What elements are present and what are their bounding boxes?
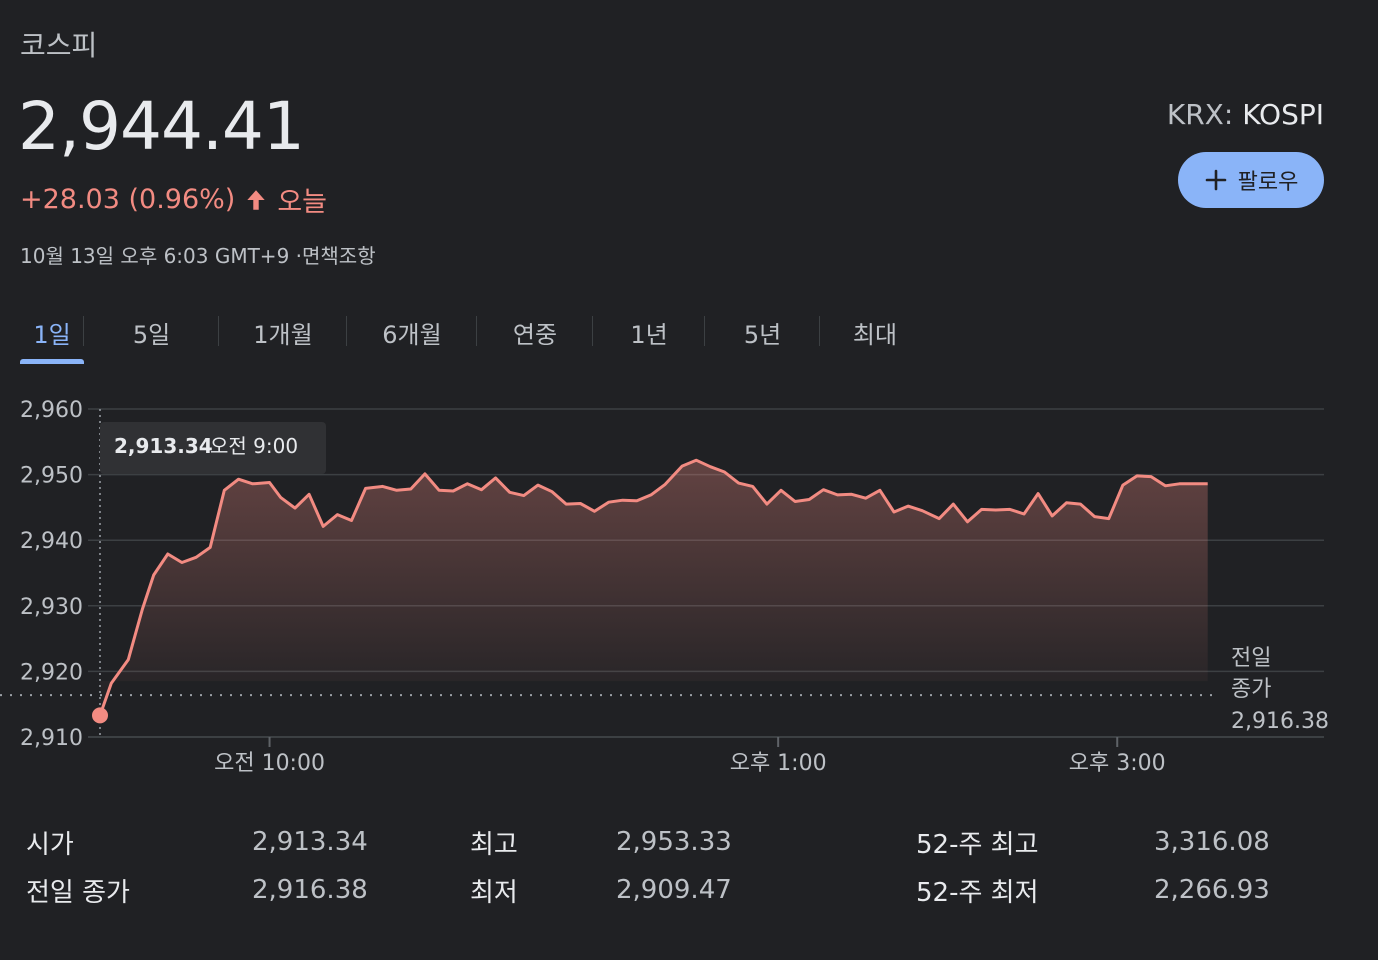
exchange-ticker: KRX: KOSPI [1167,98,1324,131]
current-price: 2,944.41 [18,88,305,165]
x-tick-label: 오후 3:00 [1069,751,1166,776]
stat-label: 52-주 최저 [916,877,1039,908]
tab-1y[interactable]: 1년 [593,300,705,364]
stat-52w-low: 52-주 최저 2,266.93 [916,866,1270,914]
stat-open: 시가 2,913.34 [26,818,368,866]
x-tick-label: 오후 1:00 [730,751,827,776]
tab-1m[interactable]: 1개월 [219,300,347,364]
tooltip-time: 오전 9:00 [210,434,298,458]
tooltip-value: 2,913.34 [114,434,213,458]
stat-value: 2,913.34 [252,827,368,857]
stats-column-2: 최고 2,953.33 최저 2,909.47 [470,818,732,914]
stat-label: 전일 종가 [26,877,130,908]
change-value: +28.03 (0.96%) [20,184,236,215]
price-chart[interactable]: 2,910 2,920 2,930 2,940 2,950 2,960 오전 10:00 오후… [0,380,1378,800]
timestamp-disclaimer[interactable]: 10월 13일 오후 6:03 GMT+9 ·면책조항 [20,240,376,269]
plus-icon [1205,169,1226,191]
stat-value: 2,909.47 [616,875,732,905]
chart-tooltip: 2,913.34 오전 9:00 [100,422,326,474]
ticker-label: KOSPI [1242,98,1324,131]
stat-label: 최저 [470,877,518,908]
stat-label: 최고 [470,829,518,860]
tab-5d[interactable]: 5일 [84,300,219,364]
stat-value: 2,953.33 [616,827,732,857]
stat-previous-close: 전일 종가 2,916.38 [26,866,368,914]
prev-close-label-line1: 전일 [1231,646,1271,671]
y-tick-label: 2,930 [20,595,83,620]
stat-low: 최저 2,909.47 [470,866,732,914]
follow-button[interactable]: 팔로우 [1178,152,1324,208]
stats-column-3: 52-주 최고 3,316.08 52-주 최저 2,266.93 [916,818,1270,914]
tab-max[interactable]: 최대 [820,300,930,364]
stat-value: 2,266.93 [1154,875,1270,905]
arrow-up-icon [247,189,266,210]
x-tick-label: 오전 10:00 [214,751,325,776]
stat-value: 2,916.38 [252,875,368,905]
tab-1d[interactable]: 1일 [20,300,84,364]
stats-column-1: 시가 2,913.34 전일 종가 2,916.38 [26,818,368,914]
y-tick-label: 2,910 [20,726,83,751]
tab-ytd[interactable]: 연중 [477,300,593,364]
index-name: 코스피 [20,29,98,62]
prev-close-label-line2: 종가 [1231,677,1271,702]
stat-label: 시가 [26,829,74,860]
follow-label: 팔로우 [1237,170,1299,195]
change-period: 오늘 [277,187,328,218]
previous-close-label: 전일 종가 2,916.38 [1231,646,1329,734]
y-tick-label: 2,950 [20,464,83,489]
hover-point [92,707,108,724]
stat-value: 3,316.08 [1154,827,1270,857]
stat-52w-high: 52-주 최고 3,316.08 [916,818,1270,866]
exchange-label: KRX: [1166,98,1234,131]
stat-high: 최고 2,953.33 [470,818,732,866]
tab-5y[interactable]: 5년 [705,300,820,364]
y-tick-label: 2,940 [20,529,83,554]
tab-6m[interactable]: 6개월 [347,300,477,364]
y-tick-label: 2,920 [20,660,83,685]
period-tabs: 1일 5일 1개월 6개월 연중 1년 5년 최대 [20,300,930,364]
price-change: +28.03 (0.96%) 오늘 [20,180,327,219]
stat-label: 52-주 최고 [916,829,1039,860]
y-tick-label: 2,960 [20,398,83,423]
prev-close-label-value: 2,916.38 [1231,709,1329,734]
